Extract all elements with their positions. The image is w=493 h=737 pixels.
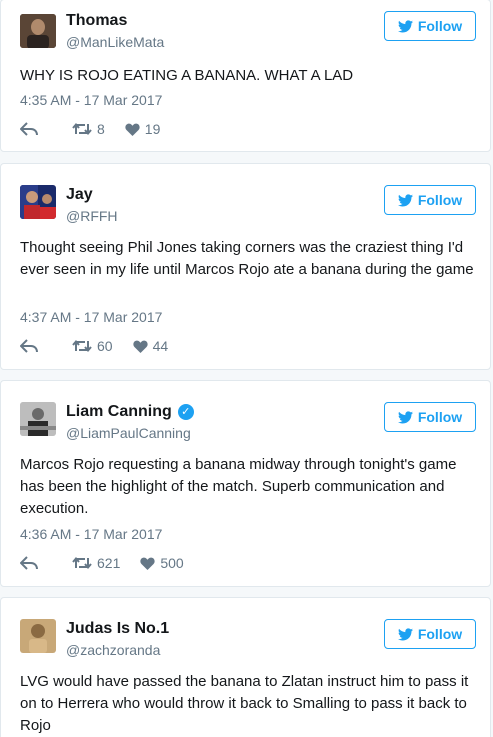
tweet-card: Jay @RFFH Follow Thought seeing Phil Jon… bbox=[0, 163, 491, 370]
avatar[interactable] bbox=[20, 14, 56, 48]
twitter-bird-icon bbox=[397, 193, 413, 206]
follow-button[interactable]: Follow bbox=[384, 402, 476, 432]
user-name-row[interactable]: Liam Canning ✓ bbox=[66, 403, 194, 421]
tweet-timestamp[interactable]: 4:36 AM - 17 Mar 2017 bbox=[20, 526, 162, 542]
like-action[interactable]: 500 bbox=[140, 555, 184, 571]
follow-label: Follow bbox=[417, 409, 463, 425]
follow-button[interactable]: Follow bbox=[384, 11, 476, 41]
tweet-timestamp[interactable]: 4:35 AM - 17 Mar 2017 bbox=[20, 92, 162, 108]
tweet-text: Marcos Rojo requesting a banana midway t… bbox=[20, 456, 457, 517]
twitter-bird-icon bbox=[397, 19, 413, 32]
retweet-icon bbox=[72, 556, 92, 570]
retweet-count: 60 bbox=[97, 338, 113, 354]
tweet-text: LVG would have passed the banana to Zlat… bbox=[20, 673, 469, 734]
user-name[interactable]: Judas Is No.1 bbox=[66, 620, 169, 638]
user-name-row[interactable]: Judas Is No.1 bbox=[66, 620, 169, 638]
verified-badge-icon: ✓ bbox=[177, 404, 194, 420]
retweet-action[interactable]: 8 bbox=[72, 121, 105, 137]
twitter-bird-icon bbox=[397, 410, 413, 423]
user-name[interactable]: Jay bbox=[66, 186, 93, 204]
avatar[interactable] bbox=[20, 402, 56, 436]
retweet-action[interactable]: 60 bbox=[72, 338, 113, 354]
avatar-photo bbox=[20, 185, 56, 219]
like-count: 19 bbox=[144, 121, 161, 137]
tweet-text: Thought seeing Phil Jones taking corners… bbox=[20, 239, 474, 278]
heart-icon bbox=[140, 557, 155, 570]
tweet-feed: Thomas @ManLikeMata Follow WHY IS ROJO E… bbox=[0, 0, 493, 737]
user-handle[interactable]: @ManLikeMata bbox=[66, 34, 164, 50]
follow-label: Follow bbox=[417, 192, 463, 208]
like-count: 500 bbox=[160, 555, 184, 571]
user-name-row[interactable]: Thomas bbox=[66, 12, 127, 30]
avatar-photo bbox=[20, 619, 56, 653]
retweet-icon bbox=[72, 122, 92, 136]
retweet-count: 621 bbox=[97, 555, 121, 571]
follow-button[interactable]: Follow bbox=[384, 185, 476, 215]
tweet-card: Liam Canning ✓ @LiamPaulCanning Follow M… bbox=[0, 380, 491, 587]
tweet-card: Judas Is No.1 @zachzoranda Follow LVG wo… bbox=[0, 597, 491, 737]
reply-icon[interactable] bbox=[20, 122, 38, 136]
user-name[interactable]: Liam Canning bbox=[66, 403, 172, 421]
user-name-row[interactable]: Jay bbox=[66, 186, 93, 204]
user-handle[interactable]: @RFFH bbox=[66, 208, 118, 224]
like-count: 44 bbox=[152, 338, 169, 354]
follow-button[interactable]: Follow bbox=[384, 619, 476, 649]
avatar-photo bbox=[20, 402, 56, 436]
tweet-actions: 621 500 bbox=[20, 555, 184, 571]
follow-label: Follow bbox=[417, 626, 463, 642]
tweet-actions: 60 44 bbox=[20, 338, 168, 354]
reply-icon[interactable] bbox=[20, 339, 38, 353]
reply-icon[interactable] bbox=[20, 556, 38, 570]
heart-icon bbox=[125, 123, 140, 136]
tweet-timestamp[interactable]: 4:37 AM - 17 Mar 2017 bbox=[20, 309, 162, 325]
retweet-count: 8 bbox=[97, 121, 105, 137]
like-action[interactable]: 19 bbox=[125, 121, 161, 137]
avatar[interactable] bbox=[20, 185, 56, 219]
tweet-text: WHY IS ROJO EATING A BANANA. WHAT A LAD bbox=[20, 67, 354, 84]
twitter-bird-icon bbox=[397, 627, 413, 640]
follow-label: Follow bbox=[417, 18, 463, 34]
tweet-card: Thomas @ManLikeMata Follow WHY IS ROJO E… bbox=[0, 0, 491, 152]
user-handle[interactable]: @LiamPaulCanning bbox=[66, 425, 191, 441]
tweet-actions: 8 19 bbox=[20, 121, 160, 137]
avatar[interactable] bbox=[20, 619, 56, 653]
retweet-icon bbox=[72, 339, 92, 353]
retweet-action[interactable]: 621 bbox=[72, 555, 120, 571]
like-action[interactable]: 44 bbox=[132, 338, 169, 354]
heart-icon bbox=[132, 340, 148, 353]
avatar-photo bbox=[20, 14, 56, 48]
user-handle[interactable]: @zachzoranda bbox=[66, 642, 160, 658]
user-name[interactable]: Thomas bbox=[66, 12, 127, 30]
